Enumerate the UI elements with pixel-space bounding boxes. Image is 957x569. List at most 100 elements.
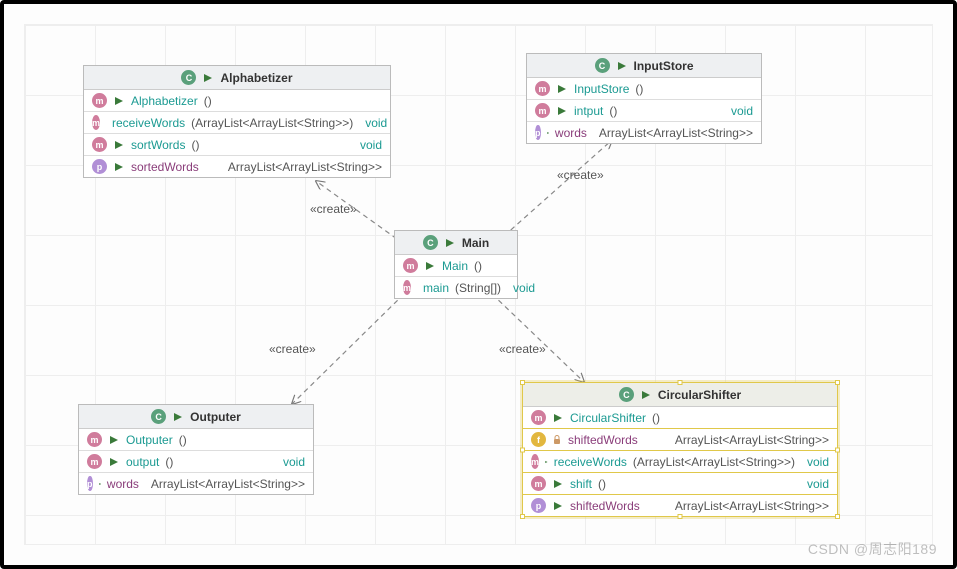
member-return: ArrayList<ArrayList<String>> [599, 126, 753, 140]
member-name: InputStore [574, 82, 629, 96]
runnable-icon [113, 140, 125, 150]
member-row[interactable]: m intput() void [527, 100, 761, 122]
member-name: words [107, 477, 139, 491]
member-name: CircularShifter [570, 411, 646, 425]
class-outputer[interactable]: C Outputer m Outputer() m output() void … [78, 404, 314, 495]
method-icon: m [87, 454, 102, 469]
class-main[interactable]: C Main m Main () m main(String[]) void [394, 230, 518, 299]
runnable-icon [113, 162, 125, 172]
class-title: Main [462, 236, 489, 250]
member-params: () [191, 138, 199, 152]
property-icon: p [87, 476, 93, 491]
member-name: receiveWords [112, 116, 185, 130]
property-icon: p [535, 125, 541, 140]
member-return: void [360, 138, 382, 152]
diagram-canvas[interactable]: «create» «create» «create» «create» C Al… [0, 0, 957, 569]
runnable-icon [552, 413, 564, 423]
member-name: receiveWords [554, 455, 627, 469]
member-row[interactable]: p shiftedWords ArrayList<ArrayList<Strin… [523, 495, 837, 516]
member-row[interactable]: p words ArrayList<ArrayList<String>> [527, 122, 761, 143]
member-params: () [598, 477, 606, 491]
member-return: ArrayList<ArrayList<String>> [228, 160, 382, 174]
member-name: Alphabetizer [131, 94, 198, 108]
method-icon: m [403, 280, 411, 295]
method-icon: m [92, 137, 107, 152]
member-name: Outputer [126, 433, 173, 447]
edge-label-create-outputer: «create» [269, 342, 316, 356]
method-icon: m [531, 476, 546, 491]
method-icon: m [87, 432, 102, 447]
member-row[interactable]: m Alphabetizer () [84, 90, 390, 112]
method-icon: m [535, 81, 550, 96]
member-row[interactable]: m Outputer() [79, 429, 313, 451]
member-row[interactable]: m receiveWords (ArrayList<ArrayList<Strin… [523, 451, 837, 473]
class-header: C Alphabetizer [84, 66, 390, 90]
runnable-icon [99, 479, 101, 489]
runnable-icon [108, 457, 120, 467]
member-row[interactable]: m main(String[]) void [395, 277, 517, 298]
method-icon: m [531, 454, 539, 469]
member-return: void [283, 455, 305, 469]
member-name: shiftedWords [568, 433, 638, 447]
class-icon: C [619, 387, 634, 402]
member-return: ArrayList<ArrayList<String>> [675, 433, 829, 447]
member-name: sortedWords [131, 160, 199, 174]
member-name: main [423, 281, 449, 295]
class-inputstore[interactable]: C InputStore m InputStore() m intput() v… [526, 53, 762, 144]
class-alphabetizer[interactable]: C Alphabetizer m Alphabetizer () m receiv… [83, 65, 391, 178]
edge-label-create-alphabetizer: «create» [310, 202, 357, 216]
runnable-icon [444, 238, 456, 248]
runnable-icon [640, 390, 652, 400]
runnable-icon [108, 435, 120, 445]
method-icon: m [535, 103, 550, 118]
member-params: () [204, 94, 212, 108]
runnable-icon [547, 128, 549, 138]
member-row[interactable]: m Main () [395, 255, 517, 277]
member-return: void [807, 455, 829, 469]
lock-icon [552, 435, 562, 445]
method-icon: m [403, 258, 418, 273]
runnable-icon [552, 501, 564, 511]
field-icon: f [531, 432, 546, 447]
member-return: void [513, 281, 535, 295]
class-title: InputStore [634, 59, 694, 73]
member-params: () [165, 455, 173, 469]
member-row[interactable]: m shift () void [523, 473, 837, 495]
member-name: output [126, 455, 159, 469]
watermark: CSDN @周志阳189 [808, 539, 937, 559]
member-return: ArrayList<ArrayList<String>> [151, 477, 305, 491]
class-circularshifter[interactable]: C CircularShifter m CircularShifter() f … [522, 382, 838, 517]
member-name: Main [442, 259, 468, 273]
member-return: void [807, 477, 829, 491]
runnable-icon [556, 84, 568, 94]
member-params: (ArrayList<ArrayList<String>>) [633, 455, 795, 469]
member-params: (ArrayList<ArrayList<String>>) [191, 116, 353, 130]
property-icon: p [92, 159, 107, 174]
member-params: () [474, 259, 482, 273]
member-row[interactable]: f shiftedWords ArrayList<ArrayList<Strin… [523, 429, 837, 451]
member-name: intput [574, 104, 603, 118]
class-title: Alphabetizer [220, 71, 292, 85]
class-title: CircularShifter [658, 388, 741, 402]
runnable-icon [552, 479, 564, 489]
member-row[interactable]: m InputStore() [527, 78, 761, 100]
member-row[interactable]: m sortWords() void [84, 134, 390, 156]
member-row[interactable]: p sortedWords ArrayList<ArrayList<String… [84, 156, 390, 177]
member-row[interactable]: m output () void [79, 451, 313, 473]
class-title: Outputer [190, 410, 241, 424]
class-icon: C [595, 58, 610, 73]
member-name: words [555, 126, 587, 140]
runnable-icon [616, 61, 628, 71]
class-icon: C [423, 235, 438, 250]
property-icon: p [531, 498, 546, 513]
member-name: shiftedWords [570, 499, 640, 513]
member-return: void [731, 104, 753, 118]
member-row[interactable]: m CircularShifter() [523, 407, 837, 429]
member-name: shift [570, 477, 592, 491]
runnable-icon [113, 96, 125, 106]
member-row[interactable]: m receiveWords(ArrayList<ArrayList<Strin… [84, 112, 390, 134]
class-header: C Main [395, 231, 517, 255]
member-row[interactable]: p words ArrayList<ArrayList<String>> [79, 473, 313, 494]
method-icon: m [92, 93, 107, 108]
runnable-icon [556, 106, 568, 116]
